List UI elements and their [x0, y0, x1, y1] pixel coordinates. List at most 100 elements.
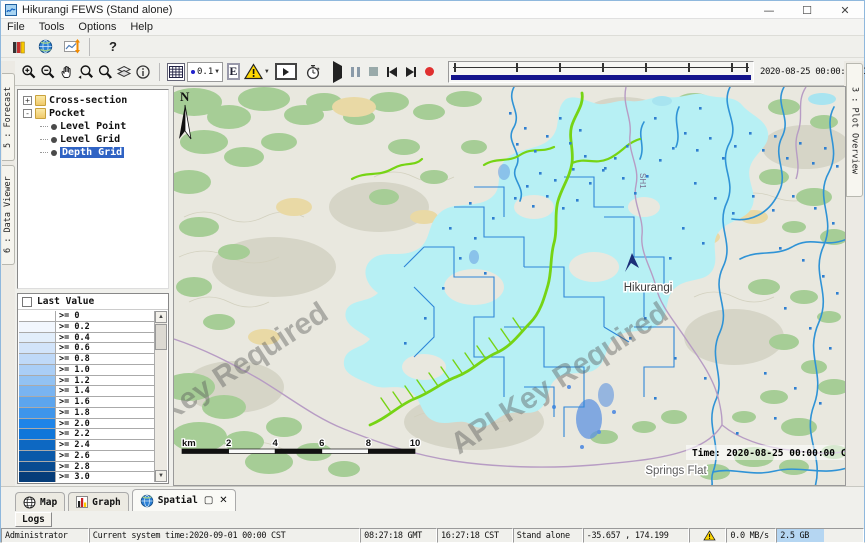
close-pane-icon[interactable]: ✕ [219, 495, 227, 506]
database-viewer-icon[interactable] [9, 37, 28, 57]
place-label-springs-flat: Springs Flat [645, 465, 707, 477]
legend-row: >= 2.4 [19, 440, 154, 451]
node-bullet-icon [51, 124, 57, 130]
logs-button[interactable]: Logs [15, 512, 52, 527]
grid-display-icon[interactable] [167, 63, 185, 81]
chevron-down-icon: ▼ [215, 68, 219, 75]
restore-pane-icon[interactable]: ▢ [204, 495, 213, 506]
skip-to-start-button[interactable] [387, 67, 397, 77]
menu-bar: File Tools Options Help [1, 19, 864, 36]
tree-item-cross-section[interactable]: + Cross-section [18, 94, 168, 107]
info-icon[interactable] [133, 62, 152, 82]
menu-file[interactable]: File [7, 21, 25, 33]
animation-dialog-icon[interactable] [275, 63, 297, 80]
help-icon[interactable]: ? [109, 39, 117, 54]
map-time-overlay: Time: 2020-08-25 00:00:00 CST [686, 445, 846, 460]
svg-text:km: km [182, 438, 196, 449]
zoom-out-icon[interactable] [38, 62, 57, 82]
pause-button[interactable] [351, 67, 360, 77]
interval-dot-icon [191, 70, 195, 74]
minimize-button[interactable]: — [750, 1, 788, 19]
road-label: SH1 [638, 173, 647, 189]
time-slider[interactable] [448, 61, 754, 83]
bottom-tab-bar: Map Graph Spatial ▢ ✕ [1, 486, 864, 511]
status-memory: 2.5 GB [776, 528, 864, 543]
svg-text:2: 2 [226, 438, 231, 449]
map-toolbar: 0.1 ▼ E ▼ 2020-08-25 00:00:00 CST [1, 58, 864, 86]
place-label-hikurangi: Hikurangi [624, 282, 673, 294]
zoom-in-icon[interactable] [19, 62, 38, 82]
tree-item-pocket[interactable]: - Pocket [18, 107, 168, 120]
svg-text:N: N [180, 89, 190, 104]
menu-tools[interactable]: Tools [39, 21, 65, 33]
pan-hand-icon[interactable] [57, 62, 76, 82]
legend-row: >= 0.4 [19, 333, 154, 344]
right-tab-strip: 3 : Plot Overview [844, 61, 864, 486]
node-bullet-icon [51, 150, 57, 156]
stop-button[interactable] [369, 67, 378, 76]
map-canvas: API Key Required API Key Required N SH1 … [174, 87, 846, 486]
slider-range-bar [451, 75, 751, 80]
last-value-checkbox[interactable] [22, 297, 32, 307]
scroll-thumb[interactable] [155, 324, 167, 350]
node-bullet-icon [51, 137, 57, 143]
status-network-speed: 0.0 MB/s [726, 528, 776, 543]
svg-text:8: 8 [366, 438, 371, 449]
tree-item-level-grid[interactable]: Level Grid [18, 133, 168, 146]
scroll-up-icon[interactable]: ▲ [155, 311, 167, 323]
map-globe-icon[interactable] [36, 37, 55, 57]
skip-to-end-button[interactable] [406, 67, 416, 77]
zoom-previous-icon[interactable] [76, 62, 95, 82]
menu-help[interactable]: Help [130, 21, 153, 33]
tree-item-level-point[interactable]: Level Point [18, 120, 168, 133]
maximize-button[interactable]: ☐ [788, 1, 826, 19]
tab-spatial[interactable]: Spatial ▢ ✕ [132, 489, 236, 511]
interval-value: 0.1 [197, 67, 213, 77]
tree-item-depth-grid[interactable]: Depth Grid [18, 146, 168, 159]
tab-forecast[interactable]: 5 : Forecast [2, 73, 15, 161]
legend-row: >= 0.2 [19, 322, 154, 333]
svg-text:10: 10 [410, 438, 421, 449]
status-bar: Administrator Current system time:2020-0… [1, 528, 864, 543]
expand-icon[interactable]: + [23, 96, 32, 105]
legend-row: >= 2.6 [19, 451, 154, 462]
tab-map[interactable]: Map [15, 492, 65, 511]
tab-plot-overview[interactable]: 3 : Plot Overview [846, 63, 863, 197]
status-gmt-time: 08:27:18 GMT [360, 528, 437, 543]
status-user: Administrator [1, 528, 89, 543]
legend-toggle-icon[interactable]: E [227, 63, 240, 80]
wire-globe-icon [23, 496, 36, 509]
chevron-down-icon: ▼ [264, 69, 270, 75]
warning-triangle-icon [244, 63, 263, 80]
scroll-down-icon[interactable]: ▼ [155, 470, 167, 482]
legend-table: >= 0 >= 0.2 >= 0.4 >= 0.6 >= 0.8 >= 1.0 … [19, 311, 154, 482]
legend-row: >= 2.8 [19, 462, 154, 473]
layers-icon[interactable] [114, 62, 133, 82]
folder-icon [35, 95, 46, 106]
timeseries-dialog-icon[interactable] [63, 37, 82, 57]
app-icon [5, 4, 17, 16]
legend-row: >= 1.4 [19, 386, 154, 397]
last-value-label: Last Value [37, 296, 94, 307]
grid-interval-dropdown[interactable]: 0.1 ▼ [187, 62, 223, 82]
play-button[interactable] [333, 66, 342, 78]
close-button[interactable]: ✕ [826, 1, 864, 19]
tab-data-viewer[interactable]: 6 : Data Viewer [2, 165, 15, 265]
record-button[interactable] [425, 67, 434, 76]
title-bar: Hikurangi FEWS (Stand alone) — ☐ ✕ [1, 1, 864, 19]
tab-graph[interactable]: Graph [68, 492, 129, 511]
slider-end-handle[interactable] [746, 63, 748, 72]
main-toolbar: ? [1, 36, 864, 58]
collapse-icon[interactable]: - [23, 109, 32, 118]
timer-icon[interactable] [304, 62, 323, 82]
zoom-next-icon[interactable] [95, 62, 114, 82]
thresholds-dropdown[interactable]: ▼ [244, 63, 270, 80]
slider-start-handle[interactable] [454, 63, 456, 72]
legend-scrollbar[interactable]: ▲ ▼ [154, 311, 167, 482]
logs-row: Logs [1, 511, 864, 528]
legend-row: >= 0.8 [19, 354, 154, 365]
svg-text:6: 6 [319, 438, 324, 449]
map-viewport[interactable]: API Key Required API Key Required N SH1 … [173, 86, 846, 486]
legend-row: >= 0 [19, 311, 154, 322]
menu-options[interactable]: Options [78, 21, 116, 33]
